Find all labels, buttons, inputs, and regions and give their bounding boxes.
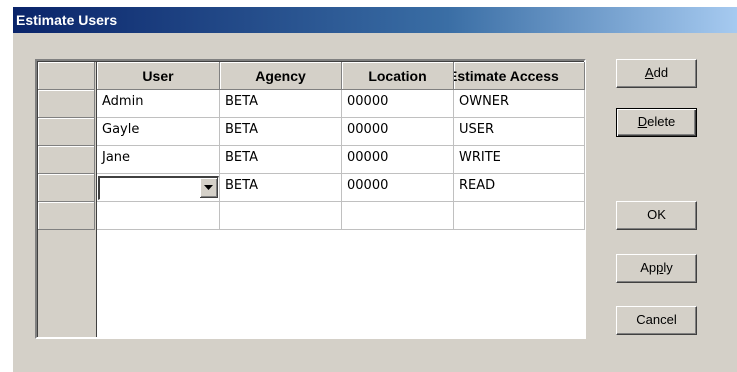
cell-user[interactable]: Jane bbox=[97, 146, 220, 174]
cell-user[interactable] bbox=[97, 202, 220, 230]
ok-button[interactable]: OK bbox=[616, 201, 697, 230]
cell-agency[interactable] bbox=[220, 202, 342, 230]
chevron-down-icon bbox=[204, 185, 213, 190]
cell-location[interactable] bbox=[342, 202, 454, 230]
cell-access[interactable] bbox=[454, 202, 585, 230]
cell-agency[interactable]: BETA bbox=[220, 118, 342, 146]
cell-user[interactable]: Gayle bbox=[97, 118, 220, 146]
users-grid[interactable]: User Agency Location Estimate Access Adm… bbox=[35, 59, 586, 339]
cell-user-combo bbox=[97, 174, 220, 202]
grid-body: User Agency Location Estimate Access Adm… bbox=[97, 62, 585, 337]
cell-location[interactable]: 00000 bbox=[342, 90, 454, 118]
cell-agency[interactable]: BETA bbox=[220, 146, 342, 174]
cell-location[interactable]: 00000 bbox=[342, 118, 454, 146]
cell-access[interactable]: USER bbox=[454, 118, 585, 146]
column-header-user[interactable]: User bbox=[97, 62, 220, 90]
cell-agency[interactable]: BETA bbox=[220, 174, 342, 202]
cell-location[interactable]: 00000 bbox=[342, 146, 454, 174]
delete-button[interactable]: Delete bbox=[616, 108, 697, 137]
corner-header[interactable] bbox=[38, 62, 95, 90]
row-header-2[interactable] bbox=[38, 118, 95, 146]
column-header-agency[interactable]: Agency bbox=[220, 62, 342, 90]
add-button[interactable]: Add bbox=[616, 59, 697, 88]
cell-access[interactable]: WRITE bbox=[454, 146, 585, 174]
cell-user[interactable]: Admin bbox=[97, 90, 220, 118]
user-dropdown[interactable] bbox=[98, 176, 219, 200]
row-header-column bbox=[38, 62, 96, 337]
column-header-location[interactable]: Location bbox=[342, 62, 454, 90]
row-header-5[interactable] bbox=[38, 202, 95, 230]
column-header-estimate-access[interactable]: Estimate Access bbox=[454, 62, 585, 90]
row-header-4[interactable] bbox=[38, 174, 95, 202]
row-header-3[interactable] bbox=[38, 146, 95, 174]
cell-access[interactable]: OWNER bbox=[454, 90, 585, 118]
estimate-users-dialog: Estimate Users User Agency Location Esti… bbox=[12, 6, 737, 372]
cancel-button[interactable]: Cancel bbox=[616, 306, 697, 335]
cell-access[interactable]: READ bbox=[454, 174, 585, 202]
cell-agency[interactable]: BETA bbox=[220, 90, 342, 118]
apply-button[interactable]: Apply bbox=[616, 254, 697, 283]
cell-location[interactable]: 00000 bbox=[342, 174, 454, 202]
dropdown-button[interactable] bbox=[200, 178, 218, 198]
window-title: Estimate Users bbox=[16, 12, 118, 28]
title-bar[interactable]: Estimate Users bbox=[13, 7, 737, 33]
row-header-1[interactable] bbox=[38, 90, 95, 118]
